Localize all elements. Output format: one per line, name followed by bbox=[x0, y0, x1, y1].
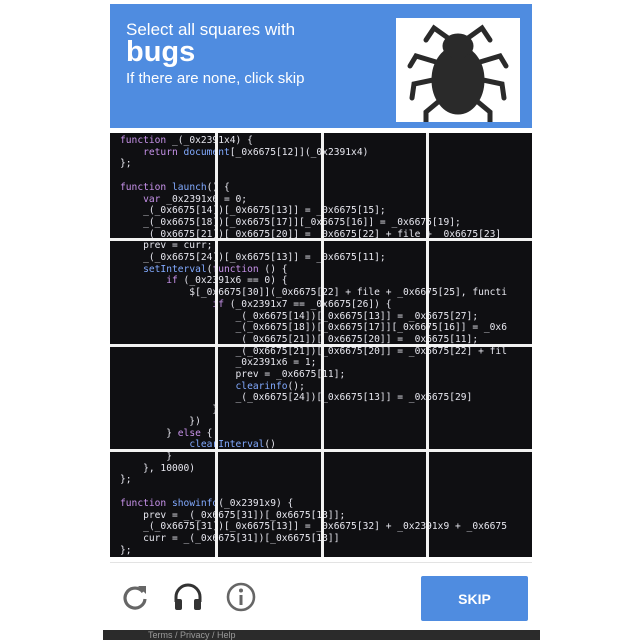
example-image bbox=[396, 18, 520, 125]
image-tile-r3c4[interactable] bbox=[428, 346, 532, 449]
audio-button[interactable] bbox=[171, 580, 205, 614]
grid-divider bbox=[110, 344, 532, 347]
image-tile-r1c1[interactable] bbox=[110, 133, 215, 238]
image-tile-r3c1[interactable] bbox=[110, 346, 215, 449]
image-tile-r2c1[interactable] bbox=[110, 240, 215, 344]
image-tile-r2c4[interactable] bbox=[428, 240, 532, 344]
image-tile-r3c2[interactable] bbox=[217, 346, 321, 449]
target-label: bugs bbox=[126, 36, 196, 68]
image-tile-r1c3[interactable] bbox=[323, 133, 426, 238]
image-tile-r4c4[interactable] bbox=[428, 451, 532, 555]
skip-hint: If there are none, click skip bbox=[126, 70, 305, 87]
image-tile-r1c4[interactable] bbox=[428, 133, 532, 238]
grid-divider bbox=[110, 238, 532, 241]
image-tile-grid: function _(_0x2391x4) { return document[… bbox=[110, 133, 532, 557]
below-caption: Terms / Privacy / Help bbox=[103, 630, 540, 640]
bug-icon bbox=[407, 24, 509, 125]
image-tile-r1c2[interactable] bbox=[217, 133, 321, 238]
reload-icon bbox=[123, 586, 147, 610]
headphones-icon bbox=[174, 583, 202, 610]
image-tile-r4c2[interactable] bbox=[217, 451, 321, 555]
footer-divider bbox=[110, 562, 532, 563]
grid-divider bbox=[110, 449, 532, 452]
info-button[interactable] bbox=[224, 580, 258, 614]
image-tile-r3c3[interactable] bbox=[323, 346, 426, 449]
image-tile-r4c3[interactable] bbox=[323, 451, 426, 555]
captcha-header: Select all squares with bugs If there ar… bbox=[110, 4, 532, 128]
info-icon bbox=[226, 582, 256, 612]
image-tile-r2c2[interactable] bbox=[217, 240, 321, 344]
skip-button[interactable]: SKIP bbox=[421, 576, 528, 621]
image-tile-r2c3[interactable] bbox=[323, 240, 426, 344]
reload-button[interactable] bbox=[118, 580, 152, 614]
image-tile-r4c1[interactable] bbox=[110, 451, 215, 555]
